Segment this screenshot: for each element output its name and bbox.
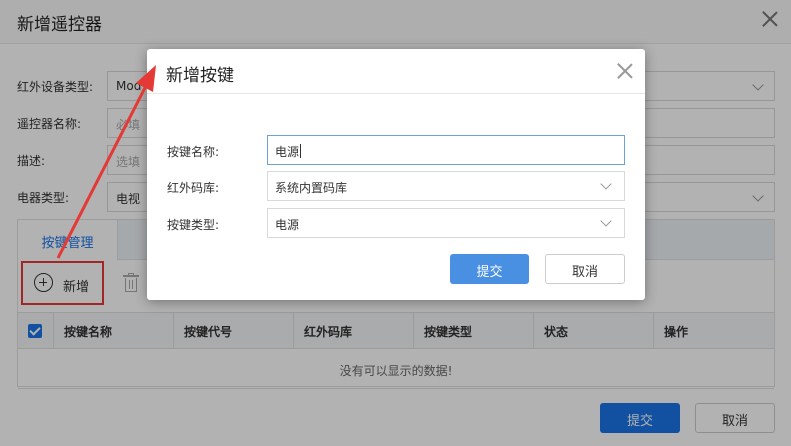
add-key-dialog: 新增按键 按键名称: 电源 红外码库: 系统内置码库 按键类型: 电源 提交 取…: [147, 49, 645, 300]
close-icon[interactable]: [614, 60, 636, 82]
chevron-down-icon: [600, 215, 612, 227]
text-caret: [300, 144, 302, 158]
add-key-dialog-header: 新增按键: [147, 49, 645, 94]
key-type-row: 按键类型: 电源: [167, 208, 625, 238]
ir-code-library-row: 红外码库: 系统内置码库: [167, 171, 625, 201]
ir-code-library-value: 系统内置码库: [275, 181, 348, 195]
modal-cancel-button[interactable]: 取消: [545, 254, 625, 284]
key-type-label: 按键类型:: [167, 218, 220, 232]
key-type-value: 电源: [275, 218, 300, 232]
add-key-dialog-title: 新增按键: [166, 66, 234, 86]
key-name-value: 电源: [275, 145, 300, 159]
key-name-label: 按键名称:: [167, 145, 220, 159]
key-name-input[interactable]: 电源: [267, 135, 625, 165]
key-type-select[interactable]: 电源: [267, 208, 625, 238]
key-name-row: 按键名称: 电源: [167, 135, 625, 165]
chevron-down-icon: [600, 178, 612, 190]
ir-code-library-select[interactable]: 系统内置码库: [267, 171, 625, 201]
ir-code-library-label: 红外码库:: [167, 181, 220, 195]
modal-submit-button[interactable]: 提交: [450, 254, 529, 284]
